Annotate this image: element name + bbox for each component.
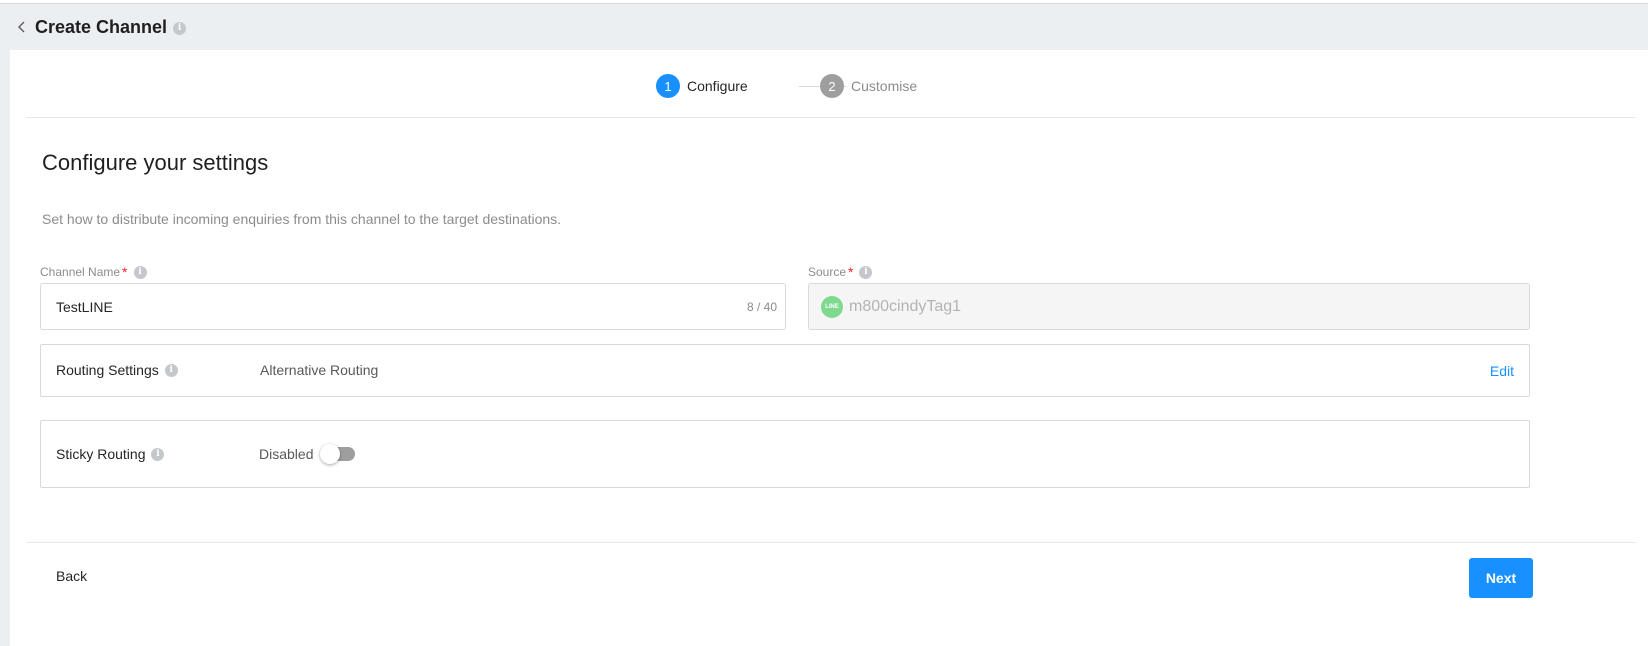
- create-channel-card: 1 Configure 2 Customise Configure your s…: [10, 50, 1648, 646]
- back-chevron-icon[interactable]: [12, 17, 32, 37]
- toggle-knob: [320, 444, 340, 464]
- channel-name-value: TestLINE: [56, 298, 113, 315]
- sticky-routing-status: Disabled: [259, 446, 314, 462]
- source-value: m800cindyTag1: [849, 297, 962, 315]
- required-mark: *: [848, 264, 854, 280]
- info-icon[interactable]: i: [133, 265, 147, 279]
- sticky-routing-toggle[interactable]: [320, 444, 355, 464]
- step-customise: 2 Customise: [820, 74, 917, 98]
- step-number: 1: [656, 74, 680, 98]
- page-title: Configure your settings: [42, 150, 269, 175]
- page-header-title: Create Channel: [35, 16, 168, 37]
- routing-settings-value: Alternative Routing: [260, 362, 379, 378]
- info-icon[interactable]: i: [859, 265, 873, 279]
- step-label: Configure: [687, 78, 748, 94]
- routing-settings-label-text: Routing Settings: [56, 362, 159, 378]
- sticky-routing-label: Sticky Routing i: [56, 446, 165, 462]
- stepper: 1 Configure 2 Customise: [10, 50, 1648, 123]
- info-icon[interactable]: i: [164, 363, 178, 377]
- line-logo-icon: LINE: [821, 295, 843, 318]
- source-label: Source * i: [808, 264, 873, 280]
- routing-settings-row: Routing Settings i Alternative Routing E…: [40, 344, 1530, 397]
- source-label-text: Source: [808, 265, 847, 279]
- channel-name-label: Channel Name * i: [40, 264, 147, 280]
- footer-divider: [26, 542, 1636, 543]
- step-configure: 1 Configure: [656, 74, 748, 98]
- sticky-routing-row: Sticky Routing i Disabled: [40, 420, 1530, 488]
- line-logo-text: LINE: [825, 303, 839, 310]
- step-number: 2: [820, 74, 844, 98]
- required-mark: *: [122, 264, 128, 280]
- page-header: Create Channel i: [0, 4, 1648, 50]
- info-icon[interactable]: i: [151, 447, 165, 461]
- back-button[interactable]: Back: [56, 568, 87, 584]
- character-counter: 8 / 40: [746, 299, 777, 314]
- info-icon[interactable]: i: [173, 21, 187, 35]
- channel-name-field[interactable]: TestLINE 8 / 40: [40, 283, 786, 330]
- step-label: Customise: [851, 78, 918, 94]
- source-field: LINE m800cindyTag1: [808, 283, 1530, 330]
- routing-settings-label: Routing Settings i: [56, 362, 178, 378]
- next-button[interactable]: Next: [1469, 558, 1533, 598]
- page-description: Set how to distribute incoming enquiries…: [42, 211, 562, 227]
- sticky-routing-label-text: Sticky Routing: [56, 446, 146, 462]
- stepper-divider: [26, 117, 1636, 118]
- channel-name-label-text: Channel Name: [40, 265, 121, 279]
- edit-routing-link[interactable]: Edit: [1490, 363, 1514, 379]
